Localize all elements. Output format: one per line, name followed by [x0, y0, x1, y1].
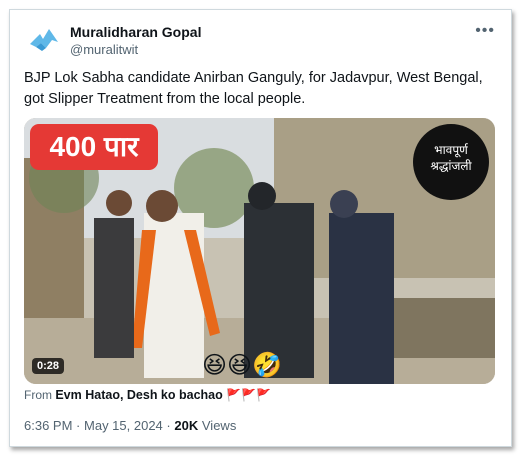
views-label: Views [201, 418, 237, 433]
avatar[interactable] [24, 20, 62, 58]
source-attribution: From Evm Hatao, Desh ko bachao 🚩🚩🚩 [24, 388, 271, 402]
video-player[interactable]: 400 पार भावपूर्ण श्रद्धांजली 😆😆🤣 0:28 [24, 118, 495, 384]
logo-text-2: श्रद्धांजली [430, 159, 472, 173]
tweet-card: Muralidharan Gopal @muralitwit ••• BJP L… [9, 9, 512, 447]
source-account-link[interactable]: Evm Hatao, Desh ko bachao [55, 388, 222, 402]
tweet-date[interactable]: May 15, 2024 [84, 418, 163, 433]
bird-logo-icon [24, 20, 62, 58]
views-count: 20K [174, 418, 199, 433]
author-names[interactable]: Muralidharan Gopal @muralitwit [70, 23, 201, 59]
tweet-meta: 6:36 PM · May 15, 2024 · 20K Views [24, 418, 236, 433]
watermark-logo: भावपूर्ण श्रद्धांजली [413, 124, 489, 200]
source-prefix: From [24, 388, 52, 402]
overlay-badge: 400 पार [30, 124, 158, 170]
emoji-overlay: 😆😆🤣 [202, 352, 282, 379]
flag-icons: 🚩🚩🚩 [226, 388, 271, 402]
user-handle[interactable]: @muralitwit [70, 41, 201, 59]
tweet-header: Muralidharan Gopal @muralitwit ••• [24, 20, 499, 60]
tweet-text: BJP Lok Sabha candidate Anirban Ganguly,… [24, 70, 483, 107]
meta-separator: · [166, 418, 171, 433]
display-name[interactable]: Muralidharan Gopal [70, 23, 201, 41]
ellipsis-icon[interactable]: ••• [475, 22, 495, 40]
video-duration: 0:28 [32, 358, 65, 374]
logo-text-1: भावपूर्ण [434, 143, 468, 157]
meta-separator: · [76, 418, 81, 433]
tweet-time[interactable]: 6:36 PM [24, 418, 72, 433]
